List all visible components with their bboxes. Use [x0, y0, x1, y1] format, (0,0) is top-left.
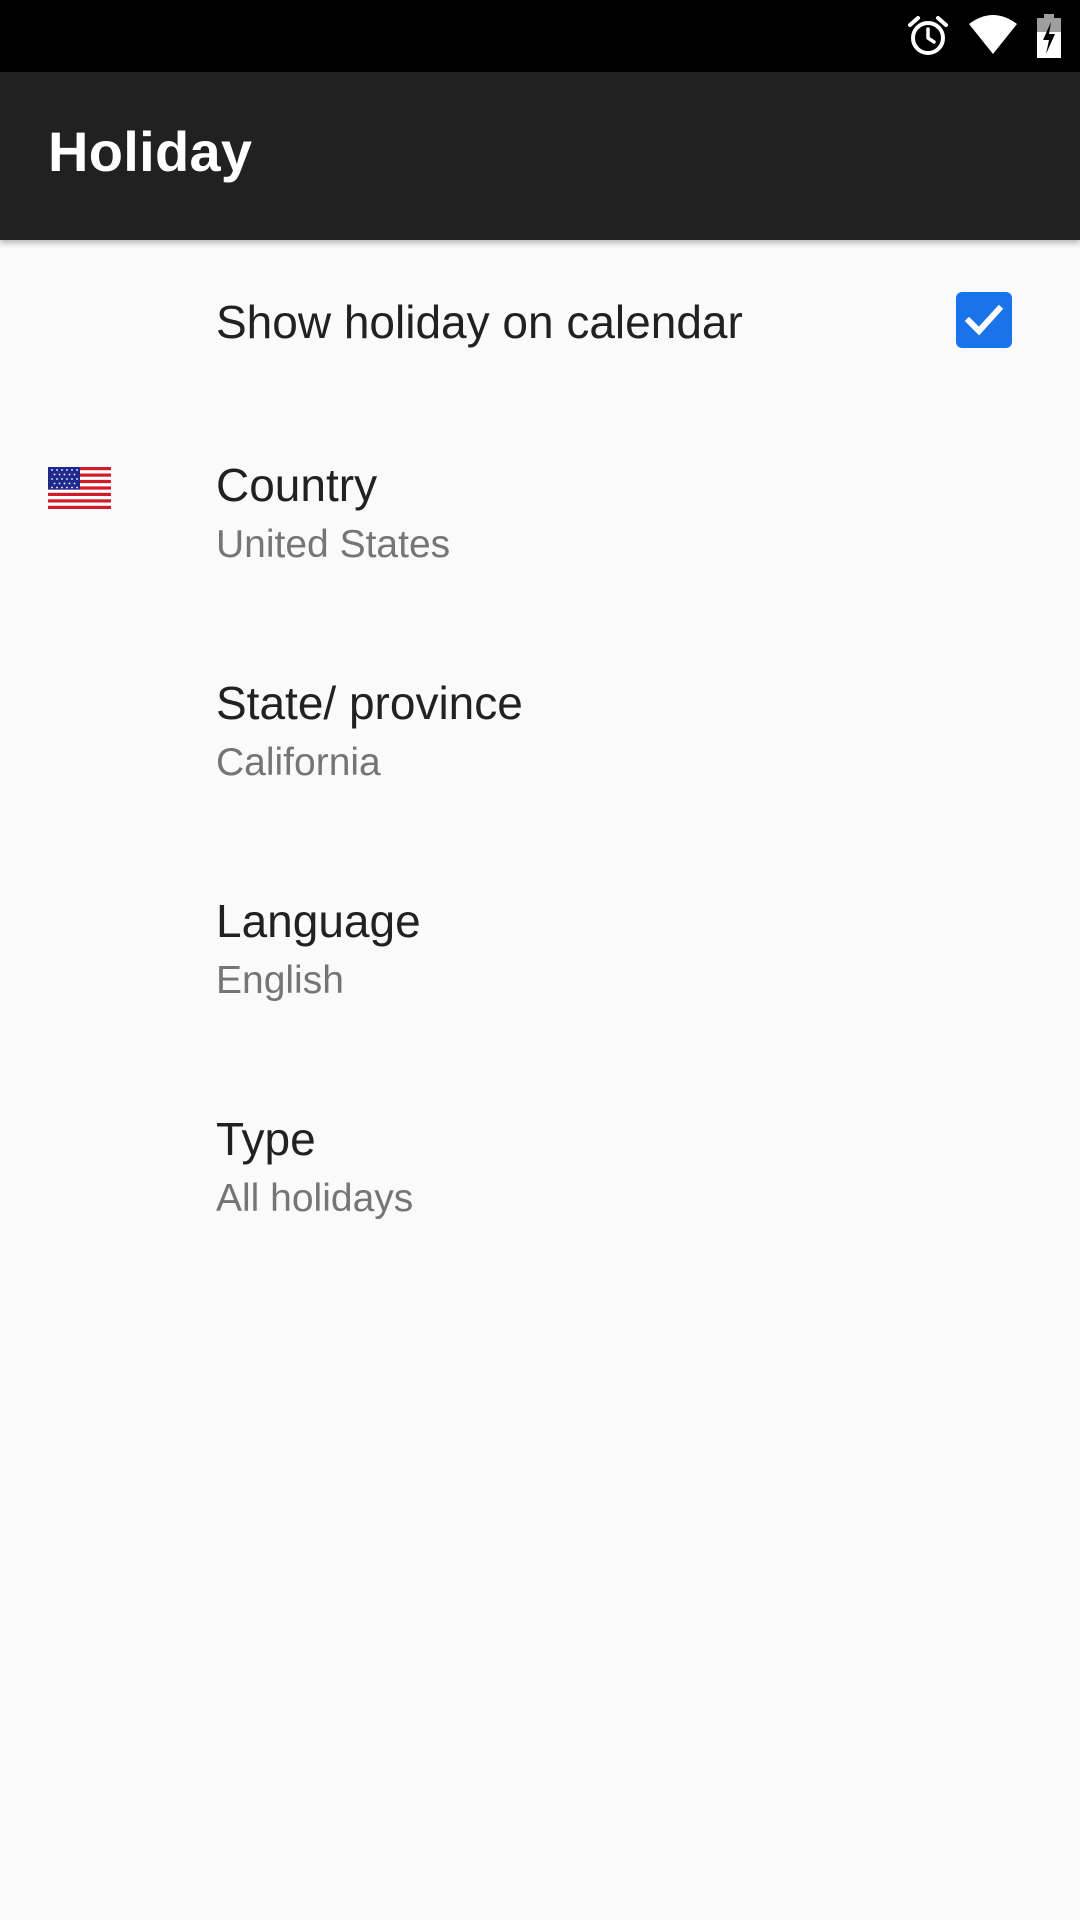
- show-holiday-checkbox[interactable]: [956, 292, 1012, 348]
- us-flag-icon: [48, 467, 111, 509]
- status-bar: [0, 0, 1080, 72]
- type-summary: All holidays: [216, 1177, 414, 1220]
- battery-charging-icon: [1036, 14, 1062, 63]
- wifi-icon: [968, 14, 1018, 61]
- language-preference[interactable]: Language English: [0, 836, 1080, 1054]
- country-preference[interactable]: Country United States: [0, 400, 1080, 618]
- check-icon: [964, 304, 1004, 336]
- app-toolbar: Holiday: [0, 72, 1080, 240]
- show-holiday-preference[interactable]: Show holiday on calendar: [0, 240, 1080, 400]
- country-title: Country: [216, 459, 378, 511]
- page-title: Holiday: [48, 120, 253, 183]
- country-summary: United States: [216, 523, 451, 566]
- alarm-icon: [906, 14, 950, 63]
- state-province-preference[interactable]: State/ province California: [0, 618, 1080, 836]
- show-holiday-title: Show holiday on calendar: [216, 296, 743, 348]
- language-summary: English: [216, 959, 344, 1002]
- state-province-title: State/ province: [216, 677, 523, 729]
- type-title: Type: [216, 1113, 316, 1165]
- state-province-summary: California: [216, 741, 381, 784]
- language-title: Language: [216, 895, 421, 947]
- type-preference[interactable]: Type All holidays: [0, 1054, 1080, 1272]
